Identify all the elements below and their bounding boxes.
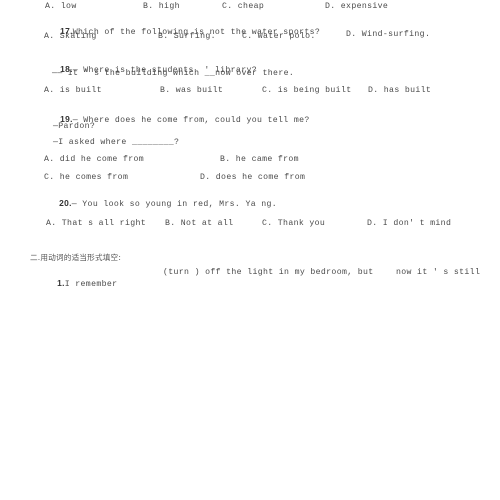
fill-item-number-1: 1. — [57, 278, 65, 288]
question-stem-18-line2: —— It ' s the building which __now over … — [52, 69, 295, 78]
option-b-q19: B. he came from — [220, 155, 299, 164]
question-stem-19-line1: — Where does he come from, could you tel… — [72, 116, 310, 125]
option-b-q17: B. Surfing. — [158, 32, 216, 41]
option-c-q20: C. Thank you — [262, 219, 326, 228]
option-d-q18: D. has built — [368, 86, 432, 95]
option-a-q19: A. did he come from — [44, 155, 145, 164]
option-b-q20: B. Not at all — [165, 219, 234, 228]
option-a-q20: A. That s all right — [46, 219, 147, 228]
option-d-q20: D. I don' t mind — [367, 219, 452, 228]
question-number-20: 20. — [59, 198, 72, 208]
option-b-q18: B. was built — [160, 86, 224, 95]
option-d-q16: D. expensive — [325, 2, 389, 11]
option-c-q16: C. cheap — [222, 2, 265, 11]
question-stem-20: — You look so young in red, Mrs. Ya ng. — [71, 200, 278, 209]
fill-item-text-part1: I remember — [64, 280, 118, 289]
option-c-q18: C. is being built — [262, 86, 352, 95]
fill-item-text-part2: (turn ) off the light in my bedroom, but — [163, 268, 374, 277]
question-stem-19-line3: —I asked where ________? — [53, 138, 180, 147]
section-two-heading: 二.用动词的适当形式填空: — [30, 253, 122, 262]
option-c-q17: C. Water polo. — [242, 32, 316, 41]
option-d-q19: D. does he come from — [200, 173, 306, 182]
document-page: A. low B. high C. cheap D. expensive 17.… — [0, 0, 500, 500]
question-stem-19-line2: —Pardon? — [53, 122, 96, 131]
fill-item-text-part3: now it ' s still — [396, 268, 481, 277]
option-c-q19: C. he comes from — [44, 173, 129, 182]
option-a-q16: A. low — [45, 2, 77, 11]
option-d-q17: D. Wind-surfing. — [346, 30, 431, 39]
option-a-q17: A. Skating — [44, 32, 97, 41]
option-b-q16: B. high — [143, 2, 180, 11]
option-a-q18: A. is built — [44, 86, 102, 95]
